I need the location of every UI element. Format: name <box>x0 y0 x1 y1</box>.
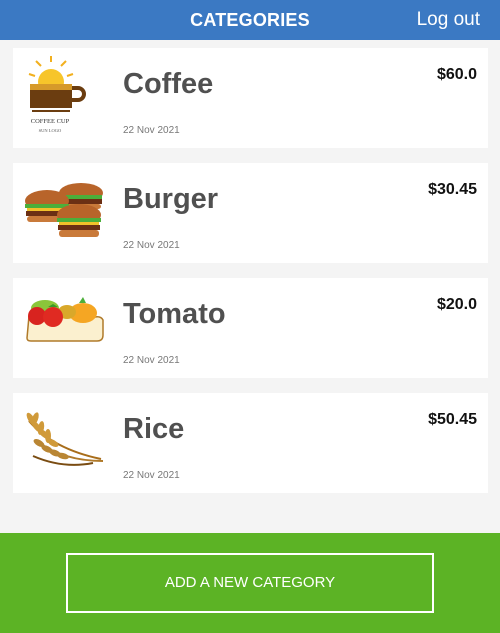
wheat-stalks-icon <box>26 412 104 466</box>
app-header: CATEGORIES Log out <box>0 0 500 40</box>
category-price: $30.45 <box>428 181 477 198</box>
category-date: 22 Nov 2021 <box>123 125 180 136</box>
category-list: COFFEE CUP SUN LOGO Coffee 22 Nov 2021 $… <box>13 48 488 508</box>
category-card-tomato[interactable]: Tomato 22 Nov 2021 $20.0 <box>13 278 488 378</box>
logout-button[interactable]: Log out <box>417 0 480 40</box>
add-category-button[interactable]: ADD A NEW CATEGORY <box>66 553 434 613</box>
coffee-logo-text: COFFEE CUP <box>31 118 70 125</box>
category-card-coffee[interactable]: COFFEE CUP SUN LOGO Coffee 22 Nov 2021 $… <box>13 48 488 148</box>
category-price: $60.0 <box>436 66 477 83</box>
coffee-cup-logo-icon: COFFEE CUP SUN LOGO <box>28 56 86 133</box>
category-date: 22 Nov 2021 <box>123 240 180 251</box>
vegetables-basket-icon <box>26 297 104 342</box>
footer-bar: ADD A NEW CATEGORY <box>0 533 500 633</box>
category-name: Burger <box>123 183 219 215</box>
category-price: $20.0 <box>436 296 477 313</box>
category-card-rice[interactable]: Rice 22 Nov 2021 $50.45 <box>13 393 488 493</box>
category-date: 22 Nov 2021 <box>123 355 180 366</box>
category-card-burger[interactable]: Burger 22 Nov 2021 $30.45 <box>13 163 488 263</box>
category-price: $50.45 <box>428 411 477 428</box>
burgers-icon <box>25 183 103 237</box>
coffee-logo-subtext: SUN LOGO <box>39 128 62 133</box>
category-date: 22 Nov 2021 <box>123 470 180 481</box>
category-name: Rice <box>123 413 185 445</box>
category-name: Tomato <box>123 298 226 330</box>
category-name: Coffee <box>123 68 214 100</box>
